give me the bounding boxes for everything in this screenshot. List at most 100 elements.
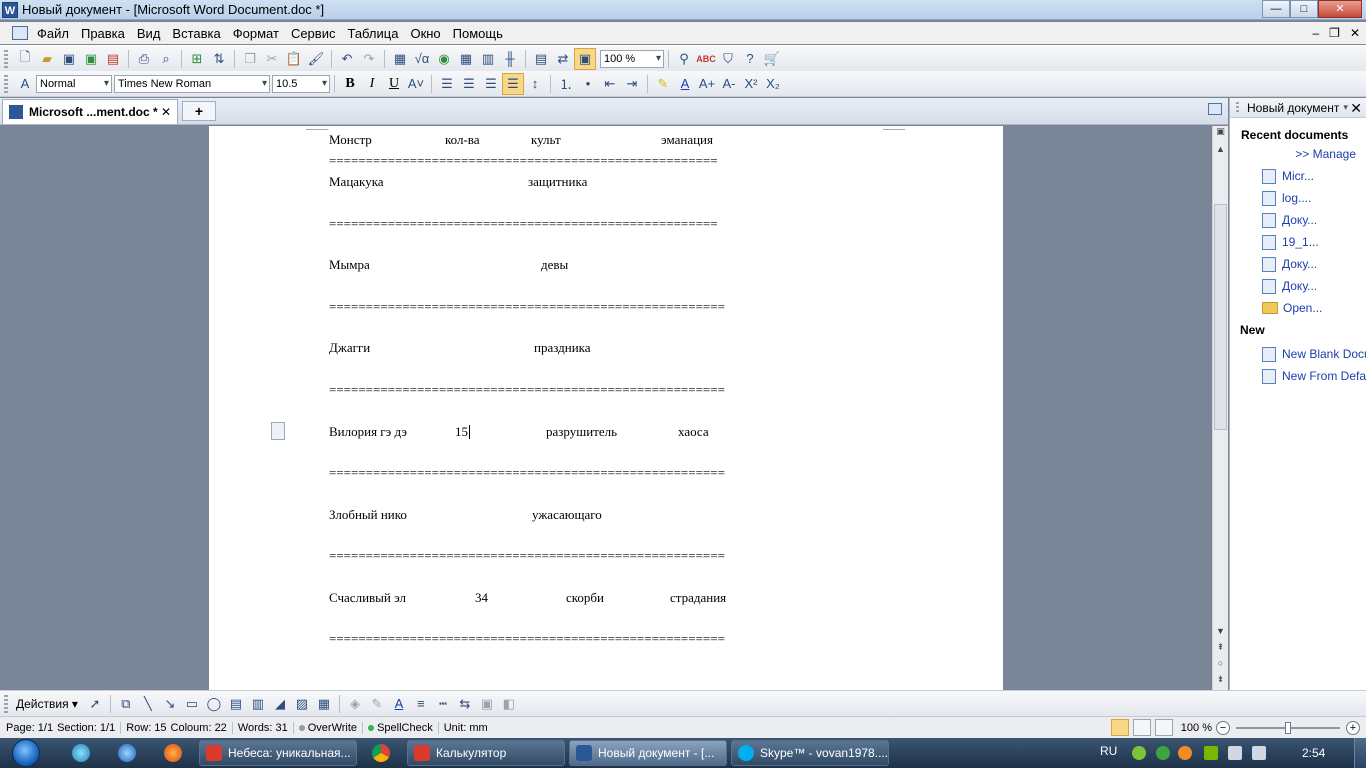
- close-tab-icon[interactable]: ✕: [161, 105, 171, 119]
- decrease-indent-icon[interactable]: ⇤: [599, 73, 621, 95]
- document-menu-icon[interactable]: [12, 26, 28, 40]
- tray-orange-icon[interactable]: [1178, 746, 1192, 760]
- align-right-icon[interactable]: ☰: [480, 73, 502, 95]
- draw-table-icon[interactable]: ╫: [499, 48, 521, 70]
- grow-font-icon[interactable]: A+: [696, 73, 718, 95]
- highlight-icon[interactable]: ✎: [652, 73, 674, 95]
- menu-edit[interactable]: Правка: [78, 26, 134, 41]
- page-layout-icon[interactable]: ▣: [574, 47, 596, 70]
- arrow-style-icon[interactable]: ⇆: [454, 693, 476, 715]
- pane-grip[interactable]: [1236, 101, 1239, 114]
- language-indicator[interactable]: RU: [1100, 744, 1117, 758]
- print-preview-icon[interactable]: ⌕: [155, 48, 177, 70]
- status-overwrite[interactable]: OverWrite: [298, 721, 364, 734]
- vertical-text-box-icon[interactable]: ▥: [247, 693, 269, 715]
- ruler-toggle-icon[interactable]: ▣: [1213, 126, 1228, 140]
- firefox-icon[interactable]: [164, 744, 182, 762]
- document-page[interactable]: Монстр кол-ва культ эманация ===============…: [209, 126, 1003, 690]
- shopping-cart-icon[interactable]: 🛒: [761, 48, 783, 70]
- format-painter-icon[interactable]: 🖌: [305, 48, 327, 70]
- scroll-down-arrow[interactable]: ▼: [1213, 626, 1228, 640]
- toolbar-grip[interactable]: [4, 49, 8, 68]
- insert-chart-icon[interactable]: ▦: [313, 693, 335, 715]
- line-icon[interactable]: ╲: [137, 693, 159, 715]
- rectangle-icon[interactable]: ▭: [181, 693, 203, 715]
- columns-icon[interactable]: ▥: [477, 48, 499, 70]
- new-blank-document-link[interactable]: New Blank Docu: [1230, 343, 1366, 365]
- vertical-scrollbar[interactable]: ▣ ▲ ▼ ⇞ ○ ⇟: [1212, 126, 1228, 690]
- menu-table[interactable]: Таблица: [344, 26, 407, 41]
- recent-document-item[interactable]: Micr...: [1230, 165, 1366, 187]
- print-icon[interactable]: ⎙: [133, 48, 155, 70]
- tray-app-icon[interactable]: [1132, 746, 1146, 760]
- draw-font-color-icon[interactable]: A: [388, 693, 410, 715]
- web-view-button[interactable]: [1154, 719, 1173, 736]
- justify-icon[interactable]: ☰: [502, 72, 524, 95]
- page-view-button[interactable]: [1110, 719, 1129, 736]
- increase-indent-icon[interactable]: ⇥: [621, 73, 643, 95]
- word-app-icon[interactable]: W: [2, 2, 18, 18]
- minimize-button[interactable]: —: [1262, 0, 1290, 18]
- dash-style-icon[interactable]: ┅: [432, 693, 454, 715]
- tab-document[interactable]: Microsoft ...ment.doc * ✕: [2, 99, 178, 124]
- scroll-up-arrow[interactable]: ▲: [1213, 144, 1228, 158]
- arrow-icon[interactable]: ↘: [159, 693, 181, 715]
- nvidia-icon[interactable]: [1204, 746, 1218, 760]
- open-document-link[interactable]: Open...: [1230, 297, 1366, 319]
- insert-formula-icon[interactable]: √α: [411, 48, 433, 70]
- manage-link[interactable]: >> Manage: [1230, 147, 1366, 161]
- subscript-icon[interactable]: X₂: [762, 73, 784, 95]
- italic-button[interactable]: I: [361, 73, 383, 95]
- page-break-icon[interactable]: ⇅: [208, 48, 230, 70]
- volume-icon[interactable]: [1252, 746, 1266, 760]
- doc-minimize-button[interactable]: –: [1312, 26, 1319, 40]
- underline-button[interactable]: U: [383, 73, 405, 95]
- font-combo[interactable]: Times New Roman: [114, 74, 270, 93]
- recent-document-item[interactable]: Доку...: [1230, 253, 1366, 275]
- insert-table-icon[interactable]: ▦: [455, 48, 477, 70]
- insert-field-icon[interactable]: ▦: [389, 48, 411, 70]
- 3d-icon[interactable]: ◧: [498, 693, 520, 715]
- help-icon[interactable]: ?: [739, 48, 761, 70]
- doc-close-button[interactable]: ✕: [1350, 26, 1360, 40]
- style-combo[interactable]: Normal: [36, 74, 112, 93]
- bold-button[interactable]: B: [339, 73, 361, 95]
- ellipse-icon[interactable]: ◯: [203, 693, 225, 715]
- font-color-icon[interactable]: A: [674, 73, 696, 95]
- start-button[interactable]: [4, 738, 50, 768]
- hyperlink-icon[interactable]: ◉: [433, 48, 455, 70]
- menu-format[interactable]: Формат: [230, 26, 288, 41]
- menu-insert[interactable]: Вставка: [169, 26, 229, 41]
- doc-restore-button[interactable]: ❐: [1329, 26, 1340, 40]
- line-style-icon[interactable]: ≡: [410, 693, 432, 715]
- paste-icon[interactable]: 📋: [283, 48, 305, 70]
- status-spellcheck[interactable]: SpellCheck: [368, 721, 439, 734]
- taskbar-item-calculator[interactable]: Калькулятор: [407, 740, 565, 766]
- zoom-out-button[interactable]: −: [1216, 720, 1230, 735]
- spellcheck-icon[interactable]: ABC: [695, 48, 717, 70]
- select-pointer-icon[interactable]: ➚: [84, 693, 106, 715]
- internet-explorer-icon[interactable]: [118, 744, 136, 762]
- show-desktop-quicklaunch-icon[interactable]: [72, 744, 90, 762]
- bullet-list-icon[interactable]: •: [577, 73, 599, 95]
- toggle-pane-icon[interactable]: [1208, 103, 1222, 115]
- document-map-icon[interactable]: ▤: [530, 48, 552, 70]
- close-pane-icon[interactable]: ✕: [1350, 100, 1362, 117]
- outline-view-button[interactable]: [1132, 719, 1151, 736]
- find-icon[interactable]: ⚲: [673, 48, 695, 70]
- zoom-slider-thumb[interactable]: [1285, 721, 1291, 734]
- scroll-thumb[interactable]: [1214, 204, 1227, 430]
- copy-icon[interactable]: ❐: [239, 48, 261, 70]
- autoshapes-icon[interactable]: ⧉: [115, 693, 137, 715]
- redo-icon[interactable]: ↷: [358, 48, 380, 70]
- utorrent-icon[interactable]: [1156, 746, 1170, 760]
- chevron-down-icon[interactable]: ▾: [1343, 102, 1348, 113]
- recent-document-item[interactable]: Доку...: [1230, 275, 1366, 297]
- toolbar-grip[interactable]: [4, 694, 8, 713]
- cut-icon[interactable]: ✂: [261, 48, 283, 70]
- show-desktop-button[interactable]: [1354, 738, 1366, 768]
- add-tab-button[interactable]: +: [182, 101, 216, 121]
- taskbar-item-browser[interactable]: Небеса: уникальная...: [199, 740, 357, 766]
- shadow-icon[interactable]: ▣: [476, 693, 498, 715]
- fontwork-icon[interactable]: ◢: [269, 693, 291, 715]
